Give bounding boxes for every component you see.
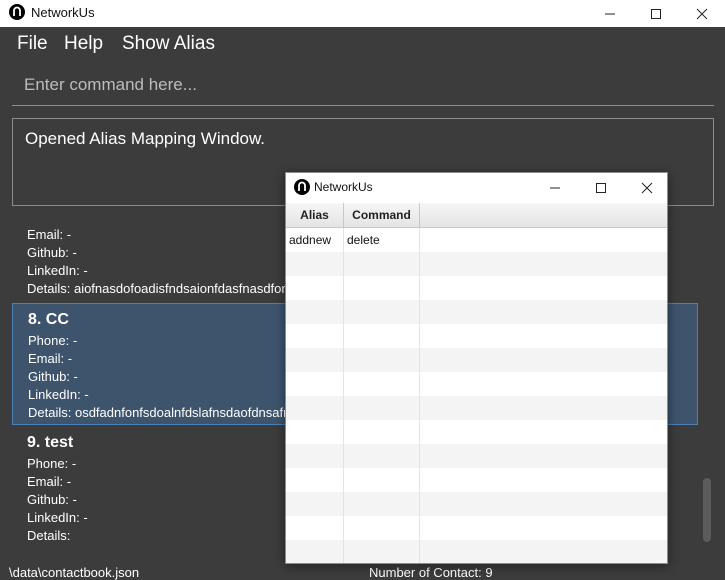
alias-mapping-window: NetworkUs Alias Command addnew delete: [285, 172, 668, 564]
table-row: [286, 540, 667, 563]
status-contact-count: Number of Contact: 9: [369, 565, 493, 580]
table-row: [286, 444, 667, 468]
column-header-alias[interactable]: Alias: [286, 203, 344, 227]
table-row: [286, 468, 667, 492]
status-file-path: \data\contactbook.json: [9, 565, 140, 580]
table-row: [286, 276, 667, 300]
app-logo-icon: [294, 179, 310, 195]
table-row: [286, 348, 667, 372]
menu-help[interactable]: Help: [64, 33, 103, 55]
menu-file[interactable]: File: [17, 33, 48, 55]
menu-show-alias[interactable]: Show Alias: [122, 33, 215, 55]
table-row: [286, 420, 667, 444]
alias-table: addnew delete: [286, 228, 667, 563]
contact-email: Email: -: [27, 227, 72, 242]
popup-minimize-button[interactable]: [532, 173, 578, 202]
contact-phone: Phone: -: [28, 333, 78, 348]
table-row: [286, 516, 667, 540]
contact-github: Github: -: [27, 245, 77, 260]
contact-linkedin: LinkedIn: -: [27, 263, 88, 278]
column-header-command[interactable]: Command: [344, 203, 420, 227]
contact-github: Github: -: [27, 492, 77, 507]
command-cell: delete: [344, 228, 420, 252]
maximize-button[interactable]: [633, 0, 679, 27]
table-row: [286, 324, 667, 348]
popup-close-button[interactable]: [624, 173, 670, 202]
alias-table-header: Alias Command: [286, 203, 667, 228]
contact-linkedin: LinkedIn: -: [27, 510, 88, 525]
table-row: [286, 300, 667, 324]
contact-name: 9. test: [27, 434, 74, 451]
table-row: [286, 372, 667, 396]
alias-cell: addnew: [286, 228, 344, 252]
popup-titlebar: NetworkUs: [286, 173, 667, 202]
window-title: NetworkUs: [31, 5, 95, 20]
contact-email: Email: -: [27, 474, 72, 489]
result-message: Opened Alias Mapping Window.: [25, 129, 266, 148]
table-row: [286, 492, 667, 516]
main-titlebar: NetworkUs: [0, 0, 725, 27]
table-row: [286, 396, 667, 420]
menu-bar: File Help Show Alias: [0, 27, 725, 63]
app-logo-icon: [9, 4, 25, 20]
command-box: [12, 67, 714, 106]
close-button[interactable]: [679, 0, 725, 27]
contact-details: Details:: [27, 528, 71, 543]
contact-github: Github: -: [28, 369, 78, 384]
list-scrollbar-thumb[interactable]: [703, 478, 711, 542]
popup-title: NetworkUs: [314, 180, 373, 194]
popup-maximize-button[interactable]: [578, 173, 624, 202]
contact-linkedin: LinkedIn: -: [28, 387, 89, 402]
table-row[interactable]: addnew delete: [286, 228, 667, 252]
contact-phone: Phone: -: [27, 456, 77, 471]
minimize-button[interactable]: [587, 0, 633, 27]
contact-name: 8. CC: [28, 311, 69, 328]
table-row: [286, 252, 667, 276]
command-input[interactable]: [12, 67, 714, 103]
contact-email: Email: -: [28, 351, 73, 366]
